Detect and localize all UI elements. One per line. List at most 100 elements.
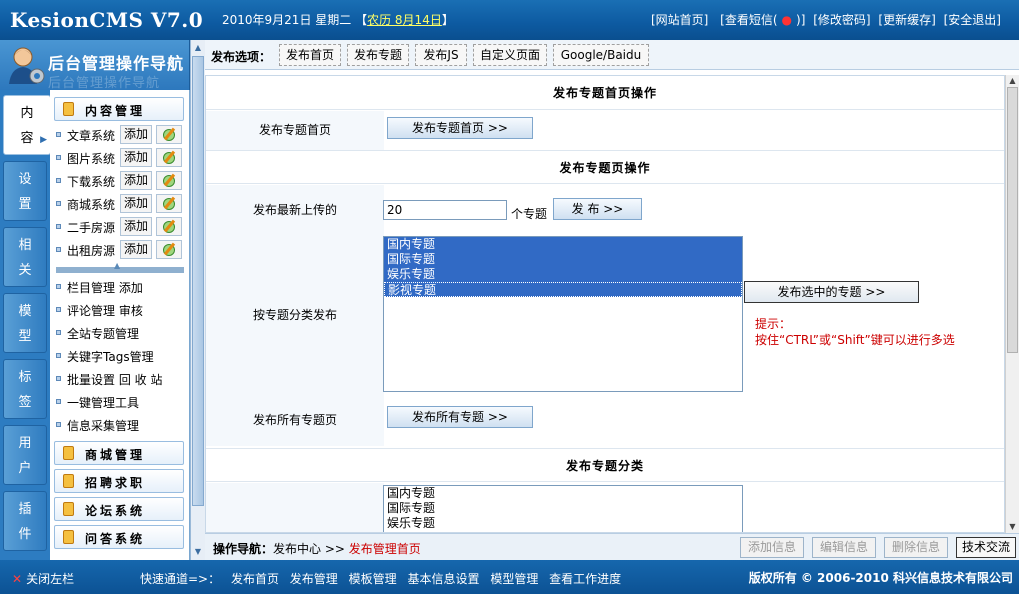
bullet-icon — [56, 178, 61, 183]
vtab-related[interactable]: 相关 — [3, 227, 47, 287]
bullet-icon — [56, 284, 61, 289]
edit-icon[interactable] — [156, 217, 182, 236]
section-topic-pages-title: 发布专题页操作 — [206, 150, 1004, 184]
category-select-list[interactable]: 国内专题 国际专题 娱乐专题 — [383, 485, 743, 532]
add-button[interactable]: 添加 — [120, 217, 152, 236]
left-scrollbar[interactable]: ▲ ▼ — [190, 40, 205, 560]
lunar-date-link[interactable]: 农历 8月14日 — [367, 13, 442, 27]
scroll-thumb[interactable] — [1007, 87, 1018, 353]
lock-icon — [63, 446, 74, 460]
bullet-icon — [56, 132, 61, 137]
add-button[interactable]: 添加 — [120, 194, 152, 213]
topic-select-list[interactable]: 国内专题 国际专题 娱乐专题 影视专题 — [383, 236, 743, 392]
add-button[interactable]: 添加 — [120, 148, 152, 167]
site-home-link[interactable]: [网站首页] — [651, 13, 708, 27]
quick-link-templates[interactable]: 模板管理 — [349, 572, 397, 586]
change-password-link[interactable]: [修改密码] — [813, 13, 870, 27]
scroll-up-icon[interactable]: ▲ — [192, 41, 204, 55]
tab-custom-page[interactable]: 自定义页面 — [473, 44, 547, 66]
group-qa[interactable]: 问答系统 — [54, 525, 184, 549]
edit-icon[interactable] — [156, 171, 182, 190]
close-icon: ✕ — [12, 572, 23, 586]
vtab-users[interactable]: 用户 — [3, 425, 47, 485]
delete-info-button[interactable]: 删除信息 — [884, 537, 948, 558]
add-button[interactable]: 添加 — [120, 240, 152, 259]
breadcrumb-publish-center[interactable]: 发布中心 >> — [273, 542, 345, 556]
close-left-panel-button[interactable]: ✕ 关闭左栏 — [12, 570, 74, 587]
edit-info-button[interactable]: 编辑信息 — [812, 537, 876, 558]
add-info-button[interactable]: 添加信息 — [740, 537, 804, 558]
tab-publish-home[interactable]: 发布首页 — [279, 44, 341, 66]
bullet-icon — [56, 376, 61, 381]
scroll-up-icon[interactable]: ▲ — [1007, 75, 1018, 87]
tech-support-button[interactable]: 技术交流 — [956, 537, 1016, 558]
lock-icon — [63, 530, 74, 544]
quick-link-basic-settings[interactable]: 基本信息设置 — [407, 572, 479, 586]
group-jobs[interactable]: 招聘求职 — [54, 469, 184, 493]
logout-link[interactable]: [安全退出] — [944, 13, 1001, 27]
quick-link-models[interactable]: 模型管理 — [490, 572, 538, 586]
bullet-icon — [56, 399, 61, 404]
publish-latest-button[interactable]: 发 布 >> — [553, 198, 642, 220]
scroll-down-icon[interactable]: ▼ — [1007, 521, 1018, 533]
tab-publish-topics[interactable]: 发布专题 — [347, 44, 409, 66]
edit-icon[interactable] — [156, 240, 182, 259]
list-item[interactable]: 国内专题 — [384, 237, 742, 252]
date-display: 2010年9月21日 星期二 【农历 8月14日】 — [222, 13, 454, 27]
add-button[interactable]: 添加 — [120, 171, 152, 190]
publish-topic-home-button[interactable]: 发布专题首页 >> — [387, 117, 533, 139]
group-mall[interactable]: 商城管理 — [54, 441, 184, 465]
top-bar: KesionCMS V7.0 2010年9月21日 星期二 【农历 8月14日】… — [0, 0, 1019, 40]
operation-nav-bar: 操作导航：发布中心 >> 发布管理首页 添加信息 编辑信息 删除信息 技术交流 — [205, 533, 1019, 560]
messages-link[interactable]: [查看短信(●)] — [716, 13, 805, 27]
quick-link-publish-home[interactable]: 发布首页 — [231, 572, 279, 586]
vtab-content[interactable]: 内容 ▶ — [3, 95, 51, 155]
bullet-icon — [56, 155, 61, 160]
scroll-thumb[interactable] — [192, 56, 204, 506]
list-item[interactable]: 国际专题 — [384, 252, 742, 267]
latest-count-input[interactable]: 20 — [383, 200, 507, 220]
update-cache-link[interactable]: [更新缓存] — [878, 13, 935, 27]
publish-all-topics-button[interactable]: 发布所有专题 >> — [387, 406, 533, 428]
row-label-latest: 发布最新上传的 — [206, 185, 384, 236]
edit-icon[interactable] — [156, 148, 182, 167]
tab-publish-js[interactable]: 发布JS — [415, 44, 467, 66]
vtab-plugins[interactable]: 插件 — [3, 491, 47, 551]
edit-icon[interactable] — [156, 125, 182, 144]
unread-indicator: ● — [781, 13, 793, 27]
add-button[interactable]: 添加 — [120, 125, 152, 144]
list-item[interactable]: 国际专题 — [384, 501, 742, 516]
main-content: 发布专题首页操作 发布专题首页 发布专题首页 >> 发布专题页操作 发布最新上传… — [205, 75, 1005, 533]
section-topic-category-title: 发布专题分类 — [206, 448, 1004, 482]
group-forum[interactable]: 论坛系统 — [54, 497, 184, 521]
list-item[interactable]: 国内专题 — [384, 486, 742, 501]
list-item[interactable]: 娱乐专题 — [384, 267, 742, 282]
bullet-icon — [56, 307, 61, 312]
vtab-settings[interactable]: 设置 — [3, 161, 47, 221]
list-item[interactable]: 娱乐专题 — [384, 516, 742, 531]
bullet-icon — [56, 330, 61, 335]
bullet-icon — [56, 201, 61, 206]
vertical-tabs: 内容 ▶ 设置 相关 模型 标签 用户 插件 — [0, 90, 51, 560]
vtab-model[interactable]: 模型 — [3, 293, 47, 353]
left-menu: 内容管理 文章系统 添加 图片系统 添加 下载系统 添加 商城系统 添加 二手房… — [50, 90, 190, 560]
footer-bar: ✕ 关闭左栏 快速通道=>： 发布首页 发布管理 模板管理 基本信息设置 模型管理… — [0, 560, 1019, 594]
lock-icon — [63, 102, 74, 116]
publish-options-bar: 发布选项： 发布首页 发布专题 发布JS 自定义页面 Google/Baidu — [205, 40, 1019, 70]
scroll-down-icon[interactable]: ▼ — [192, 545, 204, 559]
vtab-tags[interactable]: 标签 — [3, 359, 47, 419]
quick-link-work-progress[interactable]: 查看工作进度 — [549, 572, 621, 586]
breadcrumb-current: 发布管理首页 — [348, 542, 421, 556]
list-item[interactable]: 影视专题 — [384, 282, 742, 297]
group-content-management[interactable]: 内容管理 — [54, 97, 184, 121]
publish-selected-topics-button[interactable]: 发布选中的专题 >> — [744, 281, 919, 303]
collapse-divider[interactable]: ▲ — [56, 261, 184, 273]
content-scrollbar[interactable]: ▲ ▼ — [1005, 75, 1019, 533]
collapse-up-icon: ▲ — [114, 261, 121, 270]
active-arrow-icon: ▶ — [40, 135, 47, 145]
tab-google-baidu[interactable]: Google/Baidu — [553, 44, 649, 66]
quick-link-publish-manage[interactable]: 发布管理 — [290, 572, 338, 586]
bullet-icon — [56, 224, 61, 229]
row-label-all-topics: 发布所有专题页 — [206, 394, 384, 446]
edit-icon[interactable] — [156, 194, 182, 213]
